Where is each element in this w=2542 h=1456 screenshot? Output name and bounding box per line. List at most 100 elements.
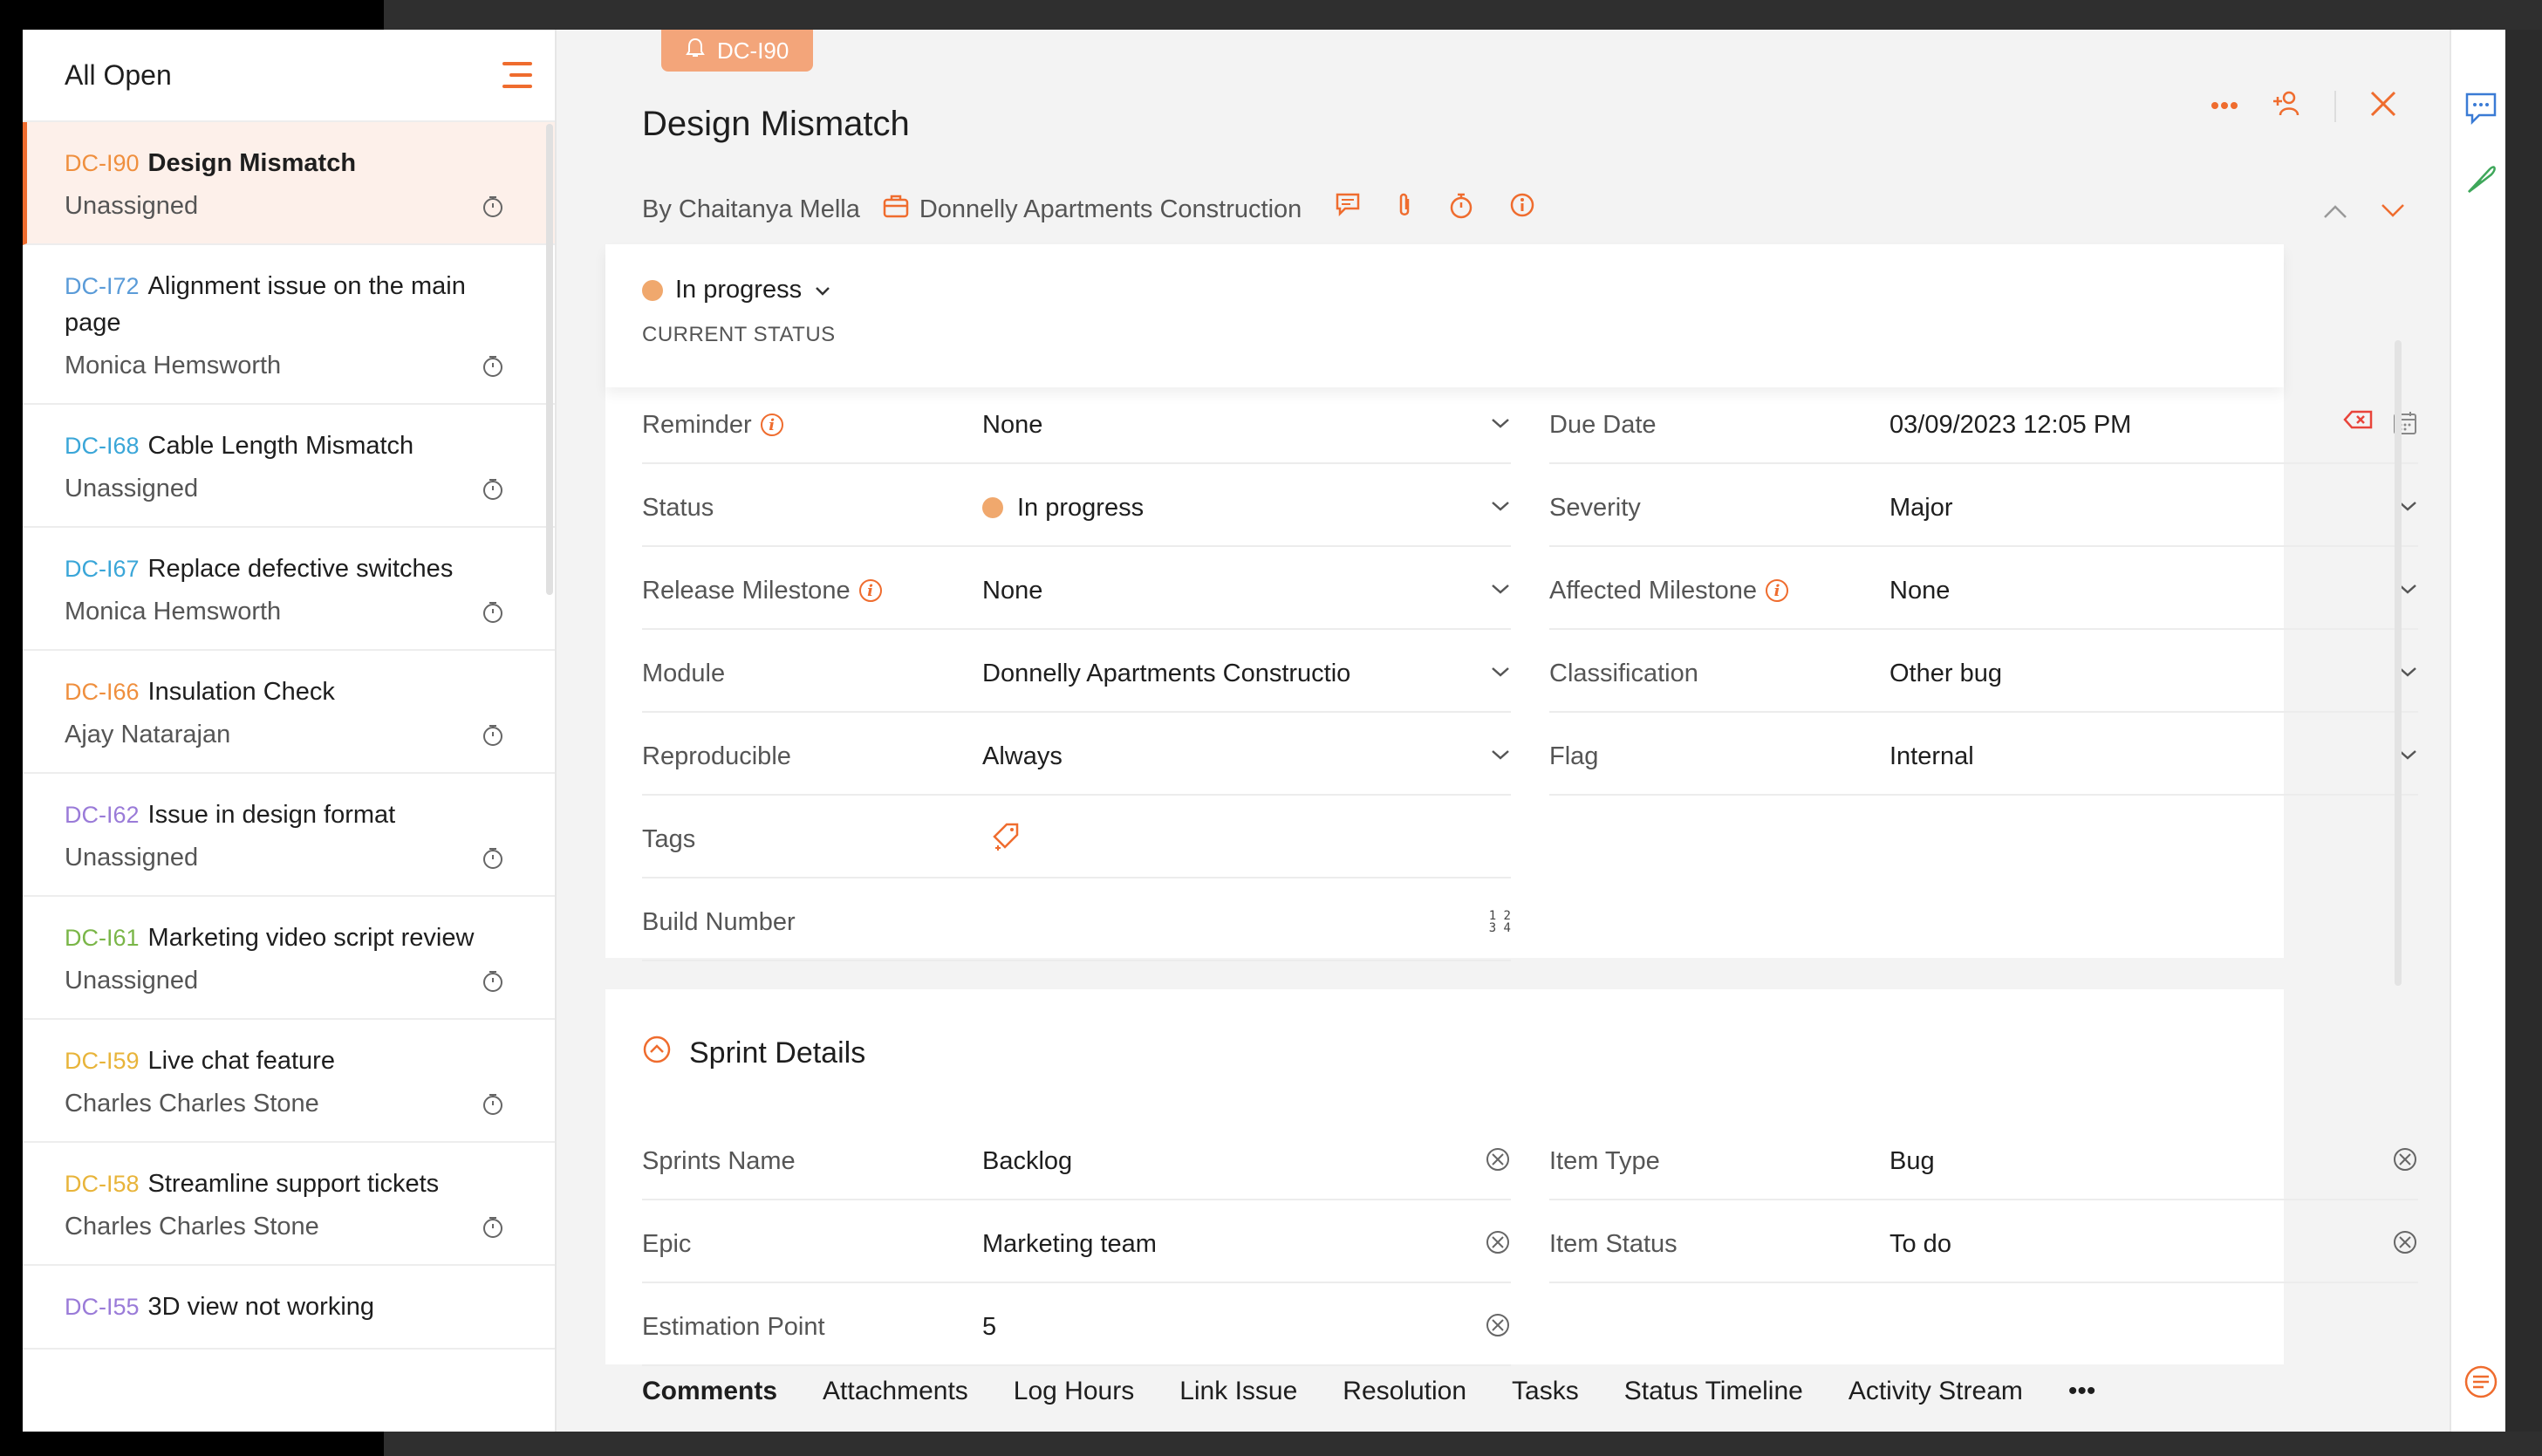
add-tag-icon[interactable]	[991, 821, 1021, 858]
field-tags[interactable]: Tags	[642, 802, 1511, 878]
tab-link-issue[interactable]: Link Issue	[1179, 1377, 1297, 1406]
field-label: Item Type	[1549, 1147, 1889, 1176]
detail-scrollbar[interactable]	[2395, 340, 2402, 986]
field-severity[interactable]: Severity Major	[1549, 470, 2418, 547]
tab-tasks[interactable]: Tasks	[1512, 1377, 1579, 1406]
field-affected-milestone[interactable]: Affected Milestone i None	[1549, 553, 2418, 630]
timer-icon[interactable]	[1448, 192, 1474, 227]
clear-icon[interactable]	[1485, 1229, 1511, 1260]
field-reminder[interactable]: Reminder i None	[642, 387, 1511, 464]
more-options-icon[interactable]	[2211, 99, 2238, 114]
sprint-details-toggle[interactable]: Sprint Details	[642, 1035, 865, 1072]
sidebar-scrollbar[interactable]	[546, 124, 553, 595]
list-item[interactable]: DC-I61 Marketing video script review Unass…	[23, 897, 555, 1020]
field-classification[interactable]: Classification Other bug	[1549, 636, 2418, 713]
next-issue-icon[interactable]	[2380, 202, 2406, 224]
field-value: None	[982, 411, 1476, 440]
detail-tabs: Comments Attachments Log Hours Link Issue Re…	[642, 1377, 2095, 1406]
timer-icon[interactable]	[482, 600, 504, 625]
chevron-down-icon[interactable]	[1490, 417, 1511, 434]
previous-issue-icon[interactable]	[2322, 202, 2348, 224]
list-item[interactable]: DC-I66 Insulation Check Ajay Natarajan	[23, 651, 555, 774]
field-sprints-name[interactable]: Sprints Name Backlog	[642, 1124, 1511, 1200]
list-item-title-line: DC-I66 Insulation Check	[65, 673, 513, 710]
field-item-status[interactable]: Item Status To do	[1549, 1206, 2418, 1283]
timer-icon[interactable]	[482, 195, 504, 219]
list-item-meta: Charles Charles Stone	[65, 1090, 513, 1141]
timer-icon[interactable]	[482, 477, 504, 502]
list-item[interactable]: DC-I55 3D view not working	[23, 1266, 555, 1350]
close-icon[interactable]	[2369, 90, 2397, 122]
attachment-icon[interactable]	[1396, 192, 1413, 227]
info-icon[interactable]	[1509, 192, 1535, 227]
field-value: None	[1889, 577, 2383, 605]
list-item[interactable]: DC-I59 Live chat feature Charles Charles S…	[23, 1020, 555, 1143]
issue-title[interactable]: Design Mismatch	[642, 105, 910, 144]
field-label-text: Reminder	[642, 410, 752, 439]
field-status[interactable]: Status In progress	[642, 470, 1511, 547]
window-frame-bottom	[384, 1432, 2542, 1456]
issue-id: DC-I66	[65, 679, 140, 705]
timer-icon[interactable]	[482, 723, 504, 748]
field-label: Status	[642, 494, 982, 523]
issue-assignee: Unassigned	[65, 967, 199, 995]
chevron-down-icon[interactable]	[1490, 666, 1511, 682]
field-value: Other bug	[1889, 660, 2383, 688]
tab-resolution[interactable]: Resolution	[1343, 1377, 1466, 1406]
menu-icon[interactable]	[502, 62, 532, 88]
clear-icon[interactable]	[1485, 1146, 1511, 1177]
field-value: Major	[1889, 494, 2383, 523]
list-item[interactable]: DC-I58 Streamline support tickets Charles …	[23, 1143, 555, 1266]
issue-list-sidebar: All Open DC-I90 Design Mismatch Unassigned…	[23, 30, 557, 1432]
list-item[interactable]: DC-I68 Cable Length Mismatch Unassigned	[23, 405, 555, 528]
status-dropdown[interactable]: In progress	[642, 276, 831, 304]
timer-icon[interactable]	[482, 969, 504, 994]
briefcase-icon	[883, 194, 909, 225]
feather-icon[interactable]	[2463, 161, 2498, 200]
tab-status-timeline[interactable]: Status Timeline	[1624, 1377, 1803, 1406]
chat-icon[interactable]	[2463, 91, 2498, 130]
field-release-milestone[interactable]: Release Milestone i None	[642, 553, 1511, 630]
info-icon[interactable]: i	[1766, 579, 1789, 602]
project-link[interactable]: Donnelly Apartments Construction	[883, 194, 1302, 225]
chevron-down-icon[interactable]	[1490, 500, 1511, 516]
follower-icon[interactable]	[2272, 89, 2301, 123]
timer-icon[interactable]	[482, 846, 504, 871]
field-label-text: Item Status	[1549, 1229, 1678, 1258]
list-item[interactable]: DC-I72 Alignment issue on the main page Mo…	[23, 245, 555, 405]
field-epic[interactable]: Epic Marketing team	[642, 1206, 1511, 1283]
info-icon[interactable]: i	[858, 579, 882, 602]
more-tabs-button[interactable]: •••	[2068, 1377, 2096, 1406]
clear-icon[interactable]	[1485, 1312, 1511, 1343]
tab-activity-stream[interactable]: Activity Stream	[1848, 1377, 2023, 1406]
field-flag[interactable]: Flag Internal	[1549, 719, 2418, 796]
comment-icon[interactable]	[1335, 192, 1361, 227]
timer-icon[interactable]	[482, 1092, 504, 1117]
clear-icon[interactable]	[2392, 1146, 2418, 1177]
action-divider	[2334, 90, 2336, 122]
info-icon[interactable]: i	[760, 414, 783, 436]
list-item-title-line: DC-I61 Marketing video script review	[65, 919, 513, 956]
issue-id: DC-I58	[65, 1171, 140, 1197]
tab-attachments[interactable]: Attachments	[823, 1377, 968, 1406]
field-item-type[interactable]: Item Type Bug	[1549, 1124, 2418, 1200]
list-menu-icon[interactable]	[2463, 1364, 2498, 1404]
chevron-down-icon[interactable]	[1490, 583, 1511, 599]
field-due-date[interactable]: Due Date 03/09/2023 12:05 PM	[1549, 387, 2418, 464]
tab-comments[interactable]: Comments	[642, 1377, 777, 1406]
clear-date-icon[interactable]	[2343, 410, 2373, 441]
list-item[interactable]: DC-I62 Issue in design format Unassigned	[23, 774, 555, 897]
issue-title: Marketing video script review	[147, 924, 475, 952]
list-item[interactable]: DC-I90 Design Mismatch Unassigned	[23, 122, 555, 245]
list-item[interactable]: DC-I67 Replace defective switches Monica H…	[23, 528, 555, 651]
field-reproducible[interactable]: Reproducible Always	[642, 719, 1511, 796]
tab-log-hours[interactable]: Log Hours	[1014, 1377, 1134, 1406]
timer-icon[interactable]	[482, 1215, 504, 1240]
field-module[interactable]: Module Donnelly Apartments Constructio	[642, 636, 1511, 713]
field-build-number[interactable]: Build Number 1 2 3 4	[642, 885, 1511, 961]
field-label: Item Status	[1549, 1230, 1889, 1259]
field-estimation-point[interactable]: Estimation Point 5	[642, 1289, 1511, 1366]
timer-icon[interactable]	[482, 354, 504, 379]
clear-icon[interactable]	[2392, 1229, 2418, 1260]
chevron-down-icon[interactable]	[1490, 749, 1511, 765]
